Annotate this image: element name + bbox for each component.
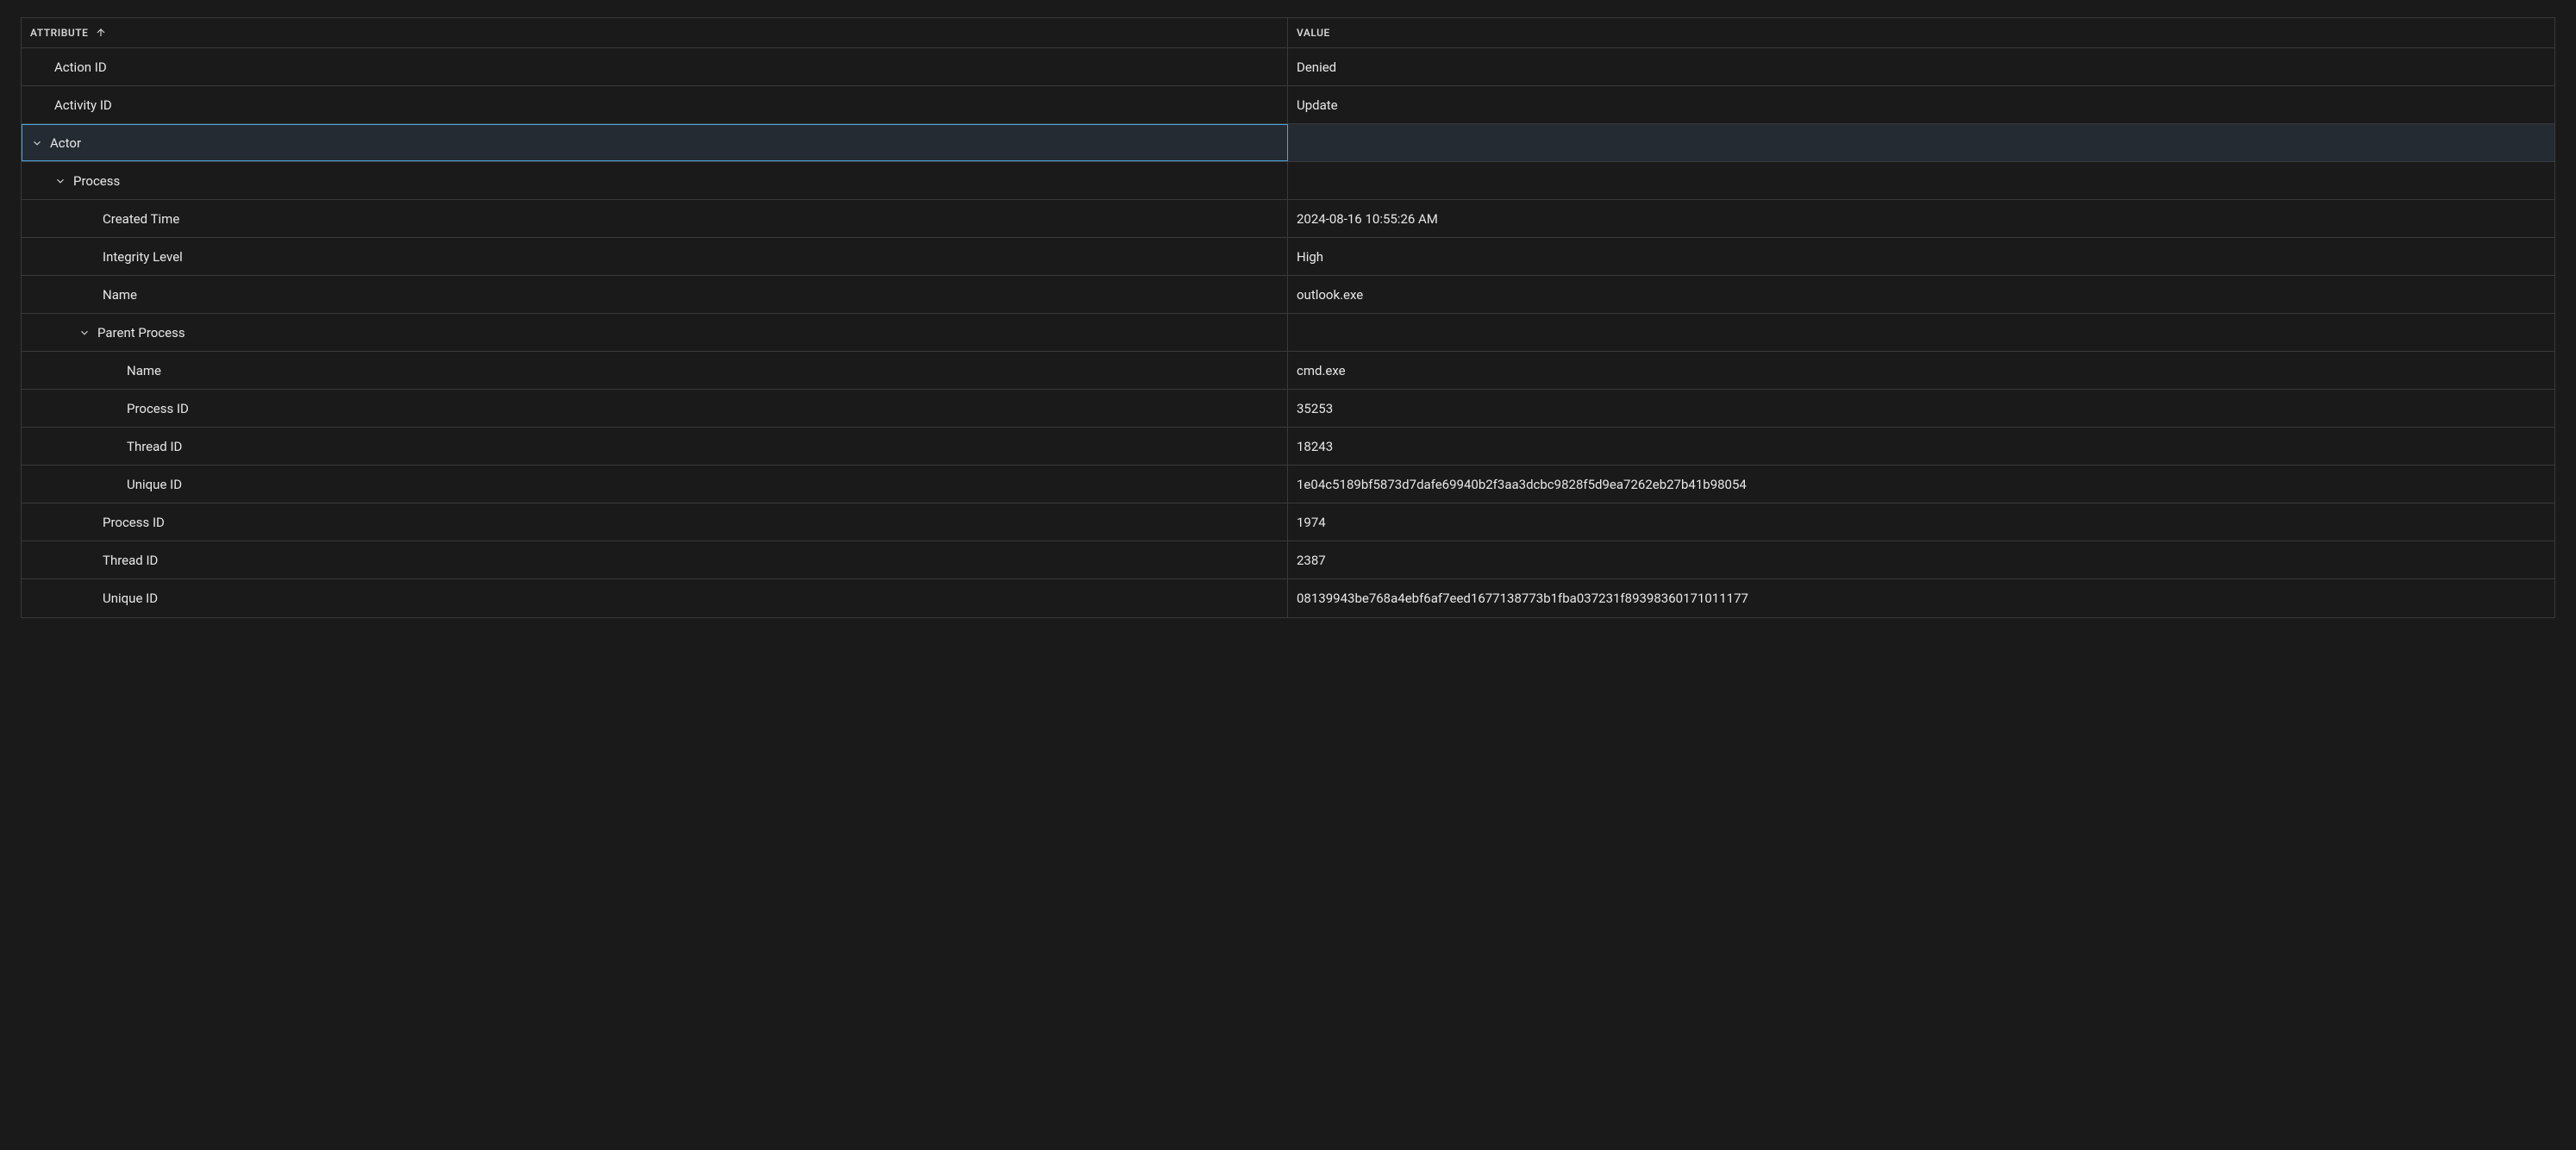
header-attribute-label: ATTRIBUTE	[30, 27, 88, 39]
table-body: Action ID Denied Activity ID Update Actor Pro…	[22, 48, 2554, 617]
value-label: outlook.exe	[1297, 287, 1363, 303]
attribute-cell[interactable]: Unique ID	[22, 579, 1288, 617]
attribute-label: Process ID	[127, 401, 189, 416]
attribute-label: Thread ID	[127, 439, 182, 454]
table-row[interactable]: Action ID Denied	[22, 48, 2554, 86]
attribute-label: Actor	[50, 135, 81, 151]
value-label: 1e04c5189bf5873d7dafe69940b2f3aa3dcbc982…	[1297, 477, 1747, 492]
attribute-label: Action ID	[54, 59, 107, 75]
attribute-cell[interactable]: Name	[22, 276, 1288, 313]
attribute-label: Parent Process	[97, 325, 185, 341]
table-row[interactable]: Process ID 1974	[22, 503, 2554, 541]
value-cell: Denied	[1288, 48, 2554, 85]
table-row[interactable]: Integrity Level High	[22, 238, 2554, 276]
header-value[interactable]: VALUE	[1288, 18, 2554, 47]
attribute-label: Name	[127, 363, 161, 378]
value-cell: 2387	[1288, 541, 2554, 578]
table-row[interactable]: Process ID 35253	[22, 390, 2554, 428]
attribute-cell[interactable]: Activity ID	[22, 86, 1288, 123]
attribute-cell[interactable]: Process ID	[22, 390, 1288, 427]
attribute-label: Process ID	[103, 515, 165, 530]
table-row[interactable]: Thread ID 2387	[22, 541, 2554, 579]
attribute-cell[interactable]: Unique ID	[22, 466, 1288, 503]
header-attribute[interactable]: ATTRIBUTE	[22, 18, 1288, 47]
attribute-label: Unique ID	[103, 591, 158, 606]
attribute-label: Unique ID	[127, 477, 182, 492]
header-value-label: VALUE	[1297, 27, 1330, 39]
attribute-label: Integrity Level	[103, 249, 183, 265]
value-cell: outlook.exe	[1288, 276, 2554, 313]
table-row[interactable]: Unique ID 08139943be768a4ebf6af7eed167713…	[22, 579, 2554, 617]
value-label: 2024-08-16 10:55:26 AM	[1297, 211, 1438, 227]
value-cell: 18243	[1288, 428, 2554, 465]
attribute-cell[interactable]: Name	[22, 352, 1288, 389]
value-cell: High	[1288, 238, 2554, 275]
attribute-cell[interactable]: Integrity Level	[22, 238, 1288, 275]
value-label: Denied	[1297, 59, 1336, 75]
attribute-cell[interactable]: Created Time	[22, 200, 1288, 237]
value-cell: 1e04c5189bf5873d7dafe69940b2f3aa3dcbc982…	[1288, 466, 2554, 503]
value-label: 35253	[1297, 401, 1333, 416]
value-label: 2387	[1297, 553, 1326, 568]
value-label: 18243	[1297, 439, 1333, 454]
attribute-cell[interactable]: Actor	[22, 124, 1288, 161]
chevron-down-icon[interactable]	[78, 327, 91, 339]
attribute-label: Name	[103, 287, 137, 303]
value-cell: cmd.exe	[1288, 352, 2554, 389]
value-label: 1974	[1297, 515, 1326, 530]
table-row[interactable]: Process	[22, 162, 2554, 200]
attribute-label: Created Time	[103, 211, 179, 227]
value-label: Update	[1297, 97, 1338, 113]
attribute-cell[interactable]: Process	[22, 162, 1288, 199]
value-cell: Update	[1288, 86, 2554, 123]
value-cell	[1288, 124, 2554, 161]
attribute-cell[interactable]: Parent Process	[22, 314, 1288, 351]
table-row[interactable]: Name cmd.exe	[22, 352, 2554, 390]
table-row[interactable]: Created Time 2024-08-16 10:55:26 AM	[22, 200, 2554, 238]
attribute-cell[interactable]: Action ID	[22, 48, 1288, 85]
value-cell	[1288, 314, 2554, 351]
table-row[interactable]: Activity ID Update	[22, 86, 2554, 124]
table-row[interactable]: Unique ID 1e04c5189bf5873d7dafe69940b2f3a…	[22, 466, 2554, 503]
value-cell	[1288, 162, 2554, 199]
chevron-down-icon[interactable]	[31, 137, 43, 149]
table-row[interactable]: Thread ID 18243	[22, 428, 2554, 466]
table-row[interactable]: Actor	[22, 124, 2554, 162]
table-row[interactable]: Name outlook.exe	[22, 276, 2554, 314]
attribute-cell[interactable]: Process ID	[22, 503, 1288, 541]
value-cell: 1974	[1288, 503, 2554, 541]
attribute-label: Activity ID	[54, 97, 112, 113]
sort-ascending-icon[interactable]	[95, 27, 107, 39]
chevron-down-icon[interactable]	[54, 175, 66, 187]
attribute-cell[interactable]: Thread ID	[22, 541, 1288, 578]
value-cell: 35253	[1288, 390, 2554, 427]
attribute-label: Process	[73, 173, 120, 189]
attribute-cell[interactable]: Thread ID	[22, 428, 1288, 465]
value-cell: 08139943be768a4ebf6af7eed1677138773b1fba…	[1288, 579, 2554, 617]
table-header-row: ATTRIBUTE VALUE	[22, 18, 2554, 48]
value-label: High	[1297, 249, 1323, 265]
value-label: cmd.exe	[1297, 363, 1346, 378]
value-label: 08139943be768a4ebf6af7eed1677138773b1fba…	[1297, 591, 1748, 606]
attribute-table: ATTRIBUTE VALUE Action ID Denied Activity …	[21, 17, 2555, 618]
value-cell: 2024-08-16 10:55:26 AM	[1288, 200, 2554, 237]
attribute-label: Thread ID	[103, 553, 158, 568]
table-row[interactable]: Parent Process	[22, 314, 2554, 352]
